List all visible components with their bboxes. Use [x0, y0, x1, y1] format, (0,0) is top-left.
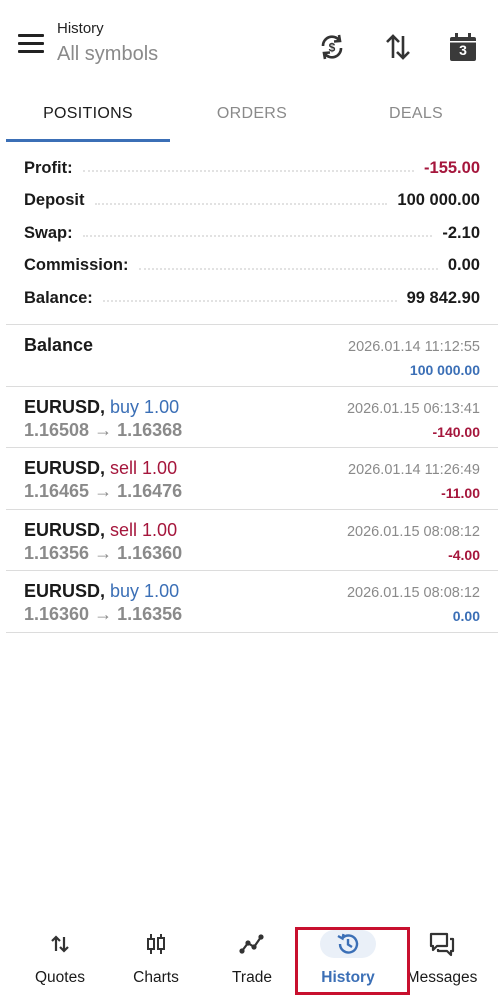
summary-row-commission: Commission: 0.00 — [0, 250, 504, 283]
summary-label: Profit: — [24, 158, 73, 177]
deal-side: sell 1.00 — [110, 519, 178, 540]
calendar-day: 3 — [459, 42, 467, 58]
calendar-icon[interactable]: 3 — [446, 30, 480, 64]
summary-row-balance: Balance: 99 842.90 — [0, 282, 504, 315]
app-header: History All symbols $ 3 — [0, 0, 504, 88]
deal-side: buy 1.00 — [110, 396, 180, 417]
symbol-name: EURUSD, — [24, 396, 106, 417]
deal-symbol: EURUSD, buy 1.00 — [24, 581, 179, 602]
nav-label: Messages — [406, 969, 478, 986]
summary-panel: Profit: -155.00 Deposit 100 000.00 Swap:… — [0, 152, 504, 315]
deal-prices: 1.16356 → 1.16360 — [24, 542, 183, 563]
tab-positions[interactable]: POSITIONS — [6, 88, 170, 140]
nav-label: Quotes — [35, 969, 85, 986]
quotes-icon — [32, 930, 88, 958]
deal-time: 2026.01.15 08:08:12 — [346, 523, 480, 540]
balance-row[interactable]: Balance 2026.01.14 11:12:55 100 000.00 — [6, 325, 498, 387]
deal-side: buy 1.00 — [110, 581, 180, 601]
dotted-leader — [102, 300, 397, 303]
active-tab-indicator — [6, 139, 170, 142]
deal-symbol: EURUSD, sell 1.00 — [24, 458, 177, 479]
history-icon — [320, 930, 376, 958]
bottom-navigation: Quotes Charts Trade History Messages — [0, 920, 504, 1006]
tab-deals[interactable]: DEALS — [334, 88, 498, 140]
deal-prices: 1.16360 → 1.16356 — [24, 604, 183, 624]
deal-time: 2026.01.14 11:12:55 — [348, 339, 480, 355]
deal-prices: 1.16508 → 1.16368 — [24, 419, 183, 440]
balance-amount: 100 000.00 — [409, 362, 480, 378]
dotted-leader — [82, 235, 433, 238]
summary-value: 100 000.00 — [397, 191, 480, 210]
symbol-name: EURUSD, — [24, 519, 106, 540]
summary-value: -2.10 — [442, 223, 480, 242]
summary-row-swap: Swap: -2.10 — [0, 217, 504, 250]
symbol-name: EURUSD, — [24, 581, 106, 601]
deal-profit: -11.00 — [441, 485, 480, 501]
deal-row[interactable]: EURUSD, buy 1.00 1.16508 → 1.16368 2026.… — [6, 387, 498, 448]
tab-orders[interactable]: ORDERS — [170, 88, 334, 140]
nav-messages[interactable]: Messages — [394, 920, 490, 1000]
summary-row-deposit: Deposit 100 000.00 — [0, 185, 504, 218]
balance-label: Balance — [24, 335, 94, 355]
page-title: History — [57, 20, 104, 37]
symbol-name: EURUSD, — [24, 458, 106, 478]
dotted-leader — [82, 170, 415, 173]
deal-profit: 0.00 — [452, 608, 480, 624]
deal-profit: -4.00 — [448, 546, 480, 563]
summary-value: -155.00 — [424, 158, 480, 177]
nav-history[interactable]: History — [300, 920, 396, 1000]
dotted-leader — [138, 267, 438, 270]
dotted-leader — [94, 202, 388, 205]
charts-icon — [128, 930, 184, 958]
menu-icon[interactable] — [18, 34, 44, 54]
sort-icon[interactable] — [381, 30, 415, 64]
symbol-filter[interactable]: All symbols — [57, 43, 158, 66]
deal-row[interactable]: EURUSD, sell 1.00 1.16356 → 1.16360 2026… — [6, 510, 498, 571]
trade-icon — [224, 930, 280, 958]
nav-label: History — [321, 969, 375, 986]
deal-row[interactable]: EURUSD, buy 1.00 1.16360 → 1.16356 2026.… — [6, 571, 498, 633]
deal-row[interactable]: EURUSD, sell 1.00 1.16465 → 1.16476 2026… — [6, 448, 498, 510]
svg-text:$: $ — [329, 41, 336, 55]
summary-label: Balance: — [24, 288, 93, 307]
summary-value: 99 842.90 — [406, 288, 480, 307]
summary-row-profit: Profit: -155.00 — [0, 152, 504, 185]
tab-bar: POSITIONS ORDERS DEALS — [0, 88, 504, 142]
deal-prices: 1.16465 → 1.16476 — [24, 481, 183, 501]
deal-symbol: EURUSD, sell 1.00 — [24, 520, 177, 541]
deal-time: 2026.01.15 08:08:12 — [346, 585, 480, 601]
summary-value: 0.00 — [447, 256, 480, 275]
deal-time: 2026.01.15 06:13:41 — [346, 400, 480, 417]
nav-charts[interactable]: Charts — [108, 920, 204, 1000]
nav-trade[interactable]: Trade — [204, 920, 300, 1000]
nav-quotes[interactable]: Quotes — [12, 920, 108, 1000]
summary-label: Swap: — [24, 223, 73, 242]
nav-label: Charts — [133, 969, 179, 986]
history-list: Balance 2026.01.14 11:12:55 100 000.00 E… — [0, 325, 504, 633]
sync-icon[interactable]: $ — [315, 30, 349, 64]
deal-time: 2026.01.14 11:26:49 — [348, 462, 480, 478]
nav-label: Trade — [232, 969, 272, 986]
deal-profit: -140.00 — [432, 423, 480, 440]
deal-side: sell 1.00 — [110, 458, 178, 478]
messages-icon — [414, 930, 470, 958]
deal-symbol: EURUSD, buy 1.00 — [24, 397, 179, 418]
summary-label: Deposit — [24, 191, 85, 210]
title-block: History All symbols — [57, 20, 158, 66]
summary-label: Commission: — [24, 256, 129, 275]
